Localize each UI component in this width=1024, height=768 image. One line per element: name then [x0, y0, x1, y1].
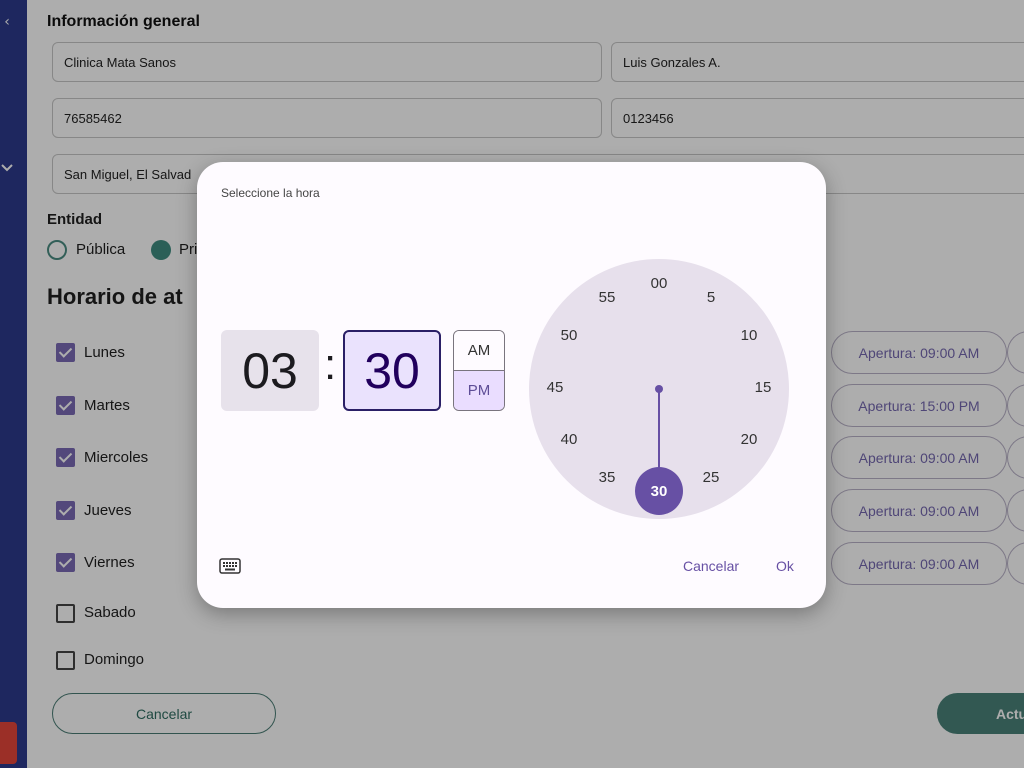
- clock-number-20[interactable]: 20: [734, 430, 764, 450]
- clock-number-55[interactable]: 55: [592, 288, 622, 308]
- keyboard-icon[interactable]: [219, 558, 241, 574]
- dialog-title: Seleccione la hora: [221, 186, 320, 200]
- clock-number-15[interactable]: 15: [748, 378, 778, 398]
- clock-number-00[interactable]: 00: [644, 274, 674, 294]
- minute-input[interactable]: 30: [343, 330, 441, 411]
- clock-number-50[interactable]: 50: [554, 326, 584, 346]
- time-separator: :: [324, 340, 337, 389]
- clock-center: [655, 385, 663, 393]
- am-toggle[interactable]: AM: [454, 331, 504, 371]
- clock-number-35[interactable]: 35: [592, 468, 622, 488]
- clock-dial[interactable]: 00 5 10 15 20 25 35 40 45 50 55 30: [529, 259, 789, 519]
- period-selector: AM PM: [453, 330, 505, 411]
- clock-number-45[interactable]: 45: [540, 378, 570, 398]
- clock-number-25[interactable]: 25: [696, 468, 726, 488]
- clock-number-40[interactable]: 40: [554, 430, 584, 450]
- dialog-ok-button[interactable]: Ok: [776, 558, 794, 574]
- clock-number-10[interactable]: 10: [734, 326, 764, 346]
- selected-minute[interactable]: 30: [635, 467, 683, 515]
- hour-input[interactable]: 03: [221, 330, 319, 411]
- time-picker-dialog: Seleccione la hora 03 : 30 AM PM 00 5 10…: [197, 162, 826, 608]
- clock-number-5[interactable]: 5: [696, 288, 726, 308]
- pm-toggle[interactable]: PM: [454, 371, 504, 410]
- dialog-cancel-button[interactable]: Cancelar: [683, 558, 739, 574]
